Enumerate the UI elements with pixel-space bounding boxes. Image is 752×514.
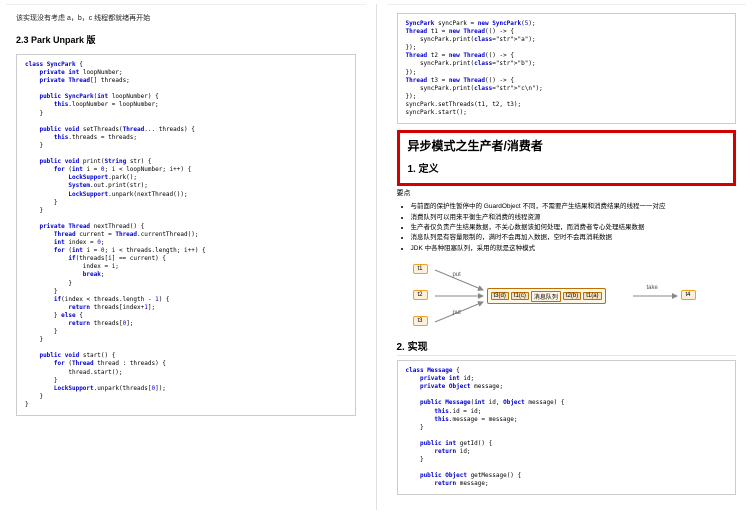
code-syncpark-usage: SyncPark syncPark = new SyncPark(5); Thr…: [397, 13, 737, 124]
page-separator: [376, 4, 377, 510]
code-syncpark-class: class SyncPark { private int loopNumber;…: [16, 54, 356, 416]
producer-t2: t2: [413, 290, 428, 300]
keypoint-label: 要点: [397, 188, 737, 198]
section-definition: 1. 定义: [408, 160, 726, 177]
page-wrap: 该实现没有考虑 a，b，c 线程都就绪再开始 2.3 Park Unpark 版…: [0, 0, 752, 510]
take-label: take: [647, 285, 658, 291]
heading-park-unpark: 2.3 Park Unpark 版: [16, 33, 356, 46]
queue-label: 消息队列: [531, 291, 561, 302]
message-queue: t3(d) t1(c) 消息队列 t2(b) t1(a): [487, 288, 606, 304]
put-label-1: put: [453, 272, 461, 278]
highlight-box: 异步模式之生产者/消费者 1. 定义: [397, 130, 737, 186]
producer-consumer-diagram: t1 t2 t3 put put t3(d) t1(c) 消息队列 t2(b) …: [397, 260, 737, 332]
keypoint-item: 消费队列可以用来平衡生产和消费的线程资源: [411, 213, 737, 223]
intro-note: 该实现没有考虑 a，b，c 线程都就绪再开始: [16, 13, 356, 23]
page-right: SyncPark syncPark = new SyncPark(5); Thr…: [387, 4, 747, 510]
keypoint-item: JDK 中各种阻塞队列，采用的就是这种模式: [411, 244, 737, 254]
keypoint-item: 与前面的保护性暂停中的 GuardObject 不同，不需要产生结果和消费结果的…: [411, 202, 737, 212]
pattern-title: 异步模式之生产者/消费者: [408, 137, 726, 154]
producer-t3: t3: [413, 316, 428, 326]
section-implementation: 2. 实现: [397, 338, 737, 356]
producer-t1: t1: [413, 264, 428, 274]
code-message-class: class Message { private int id; private …: [397, 360, 737, 495]
consumer-t4: t4: [681, 290, 696, 300]
queue-item: t2(b): [563, 292, 581, 300]
queue-item: t3(d): [491, 292, 509, 300]
queue-item: t1(a): [583, 292, 601, 300]
page-left: 该实现没有考虑 a，b，c 线程都就绪再开始 2.3 Park Unpark 版…: [6, 4, 366, 510]
keypoint-item: 生产者仅负责产生结果数据，不关心数据该如何处理，而消费者专心处理结果数据: [411, 223, 737, 233]
keypoint-list: 与前面的保护性暂停中的 GuardObject 不同，不需要产生结果和消费结果的…: [411, 202, 737, 254]
queue-item: t1(c): [511, 292, 529, 300]
put-label-2: put: [453, 310, 461, 316]
keypoint-item: 消息队列是有容量限制的，满时不会再加入数据，空时不会再消耗数据: [411, 233, 737, 243]
